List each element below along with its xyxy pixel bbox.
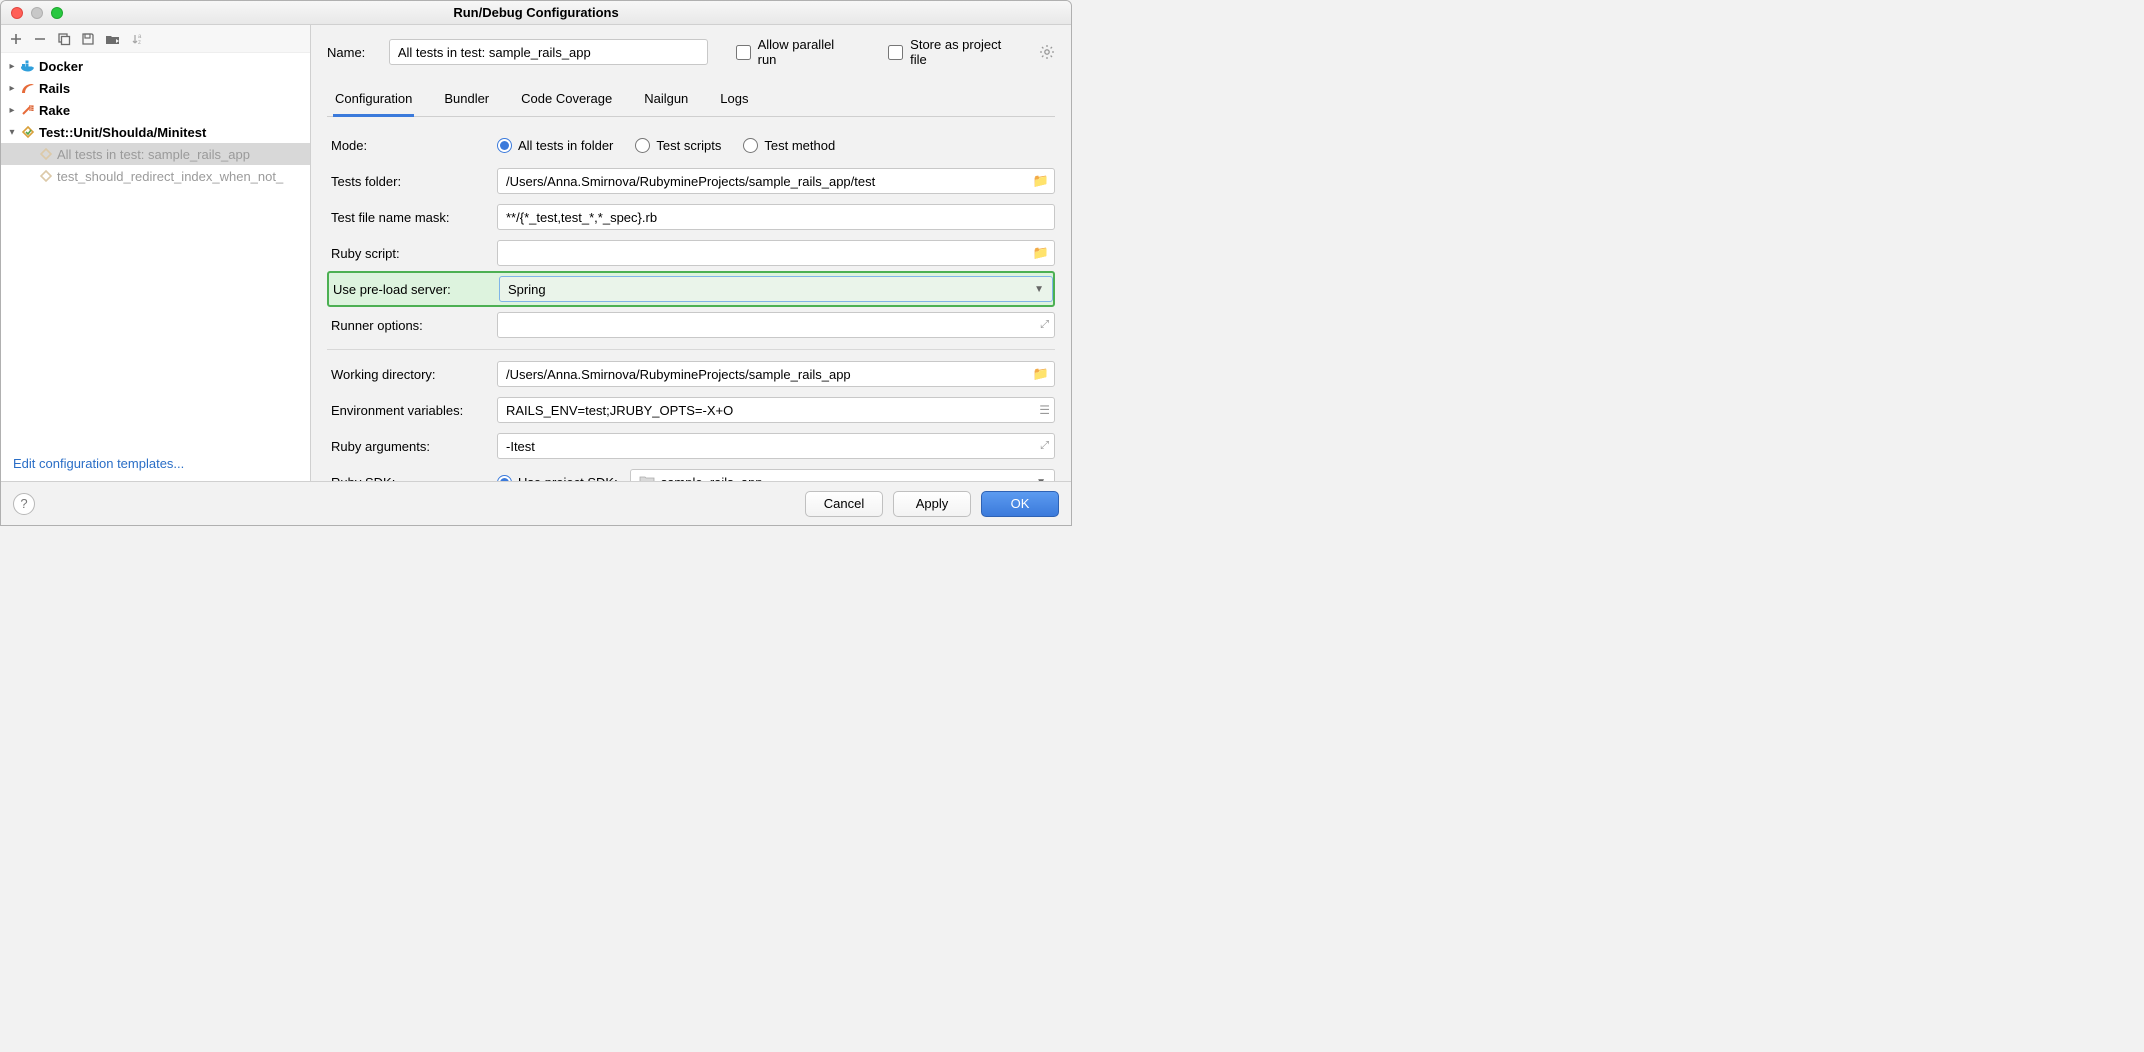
preload-label: Use pre-load server: [329,282,499,297]
tree-label: Rails [39,81,70,96]
ruby-script-label: Ruby script: [327,246,497,261]
folder-move-icon[interactable] [105,32,121,46]
folder-icon[interactable]: 📁 [1033,245,1049,261]
chevron-down-icon: ▼ [1034,284,1044,295]
tests-folder-label: Tests folder: [327,174,497,189]
tree-node-rails[interactable]: ▸ Rails [1,77,310,99]
rubyargs-label: Ruby arguments: [327,439,497,454]
divider [327,349,1055,350]
store-project-checkbox[interactable]: Store as project file [888,37,1021,67]
dialog-footer: ? Cancel Apply OK [1,481,1071,525]
tree-label: Rake [39,103,70,118]
window-minimize-button[interactable] [31,7,43,19]
wd-input[interactable] [497,361,1055,387]
preload-select[interactable]: Spring ▼ [499,276,1053,302]
chevron-right-icon: ▸ [5,83,19,94]
name-label: Name: [327,45,375,60]
mode-radio-method[interactable]: Test method [743,138,835,153]
tree-label: All tests in test: sample_rails_app [57,147,250,162]
tree-node-redirecttest[interactable]: test_should_redirect_index_when_not_ [1,165,310,187]
ruby-script-input[interactable] [497,240,1055,266]
docker-icon [19,59,37,73]
tree-node-alltests[interactable]: All tests in test: sample_rails_app [1,143,310,165]
window-close-button[interactable] [11,7,23,19]
list-icon[interactable]: ☰ [1039,403,1049,417]
expand-icon[interactable]: ⤢ [1040,319,1049,332]
config-tabs: Configuration Bundler Code Coverage Nail… [327,85,1055,117]
allow-parallel-checkbox[interactable]: Allow parallel run [736,37,857,67]
sdk-select[interactable]: sample_rails_app ▼ [630,469,1055,481]
folder-icon [639,474,655,481]
apply-button[interactable]: Apply [893,491,971,517]
tree-label: Docker [39,59,83,74]
mask-input[interactable] [497,204,1055,230]
env-input[interactable] [497,397,1055,423]
add-icon[interactable] [9,32,23,46]
window-title: Run/Debug Configurations [1,5,1071,20]
cancel-button[interactable]: Cancel [805,491,883,517]
test-icon [37,147,55,161]
mode-radio-scripts[interactable]: Test scripts [635,138,721,153]
mode-label: Mode: [327,138,497,153]
runner-input[interactable] [497,312,1055,338]
expand-icon[interactable]: ⤢ [1040,440,1049,453]
tab-bundler[interactable]: Bundler [442,85,491,117]
rubyargs-input[interactable] [497,433,1055,459]
tab-configuration[interactable]: Configuration [333,85,414,117]
tree-label: test_should_redirect_index_when_not_ [57,169,283,184]
save-icon[interactable] [81,32,95,46]
preload-value: Spring [508,282,546,297]
copy-icon[interactable] [57,32,71,46]
help-button[interactable]: ? [13,493,35,515]
config-name-input[interactable] [389,39,708,65]
runner-label: Runner options: [327,318,497,333]
config-panel: Name: Allow parallel run Store as projec… [311,25,1071,481]
edit-templates-link[interactable]: Edit configuration templates... [13,456,184,471]
checkbox-label: Allow parallel run [758,37,857,67]
ok-button[interactable]: OK [981,491,1059,517]
sort-icon[interactable]: az [131,32,145,46]
checkbox-label: Store as project file [910,37,1021,67]
env-label: Environment variables: [327,403,497,418]
folder-icon[interactable]: 📁 [1033,366,1049,382]
folder-icon[interactable]: 📁 [1033,173,1049,189]
mode-radio-folder[interactable]: All tests in folder [497,138,613,153]
svg-text:z: z [138,40,141,46]
config-tree: ▸ Docker ▸ Rails ▸ Rake ▾ Test:: [1,53,310,446]
remove-icon[interactable] [33,32,47,46]
tree-node-testunit[interactable]: ▾ Test::Unit/Shoulda/Minitest [1,121,310,143]
tests-folder-input[interactable] [497,168,1055,194]
tab-nailgun[interactable]: Nailgun [642,85,690,117]
wd-label: Working directory: [327,367,497,382]
tree-node-docker[interactable]: ▸ Docker [1,55,310,77]
gear-icon[interactable] [1039,44,1055,60]
tree-label: Test::Unit/Shoulda/Minitest [39,125,206,140]
rails-icon [19,81,37,95]
rake-icon [19,103,37,117]
titlebar: Run/Debug Configurations [1,1,1071,25]
sidebar: az ▸ Docker ▸ Rails ▸ Rake [1,25,311,481]
tab-logs[interactable]: Logs [718,85,750,117]
test-icon [19,125,37,139]
window-zoom-button[interactable] [51,7,63,19]
chevron-down-icon: ▾ [5,127,19,138]
tree-node-rake[interactable]: ▸ Rake [1,99,310,121]
chevron-right-icon: ▸ [5,105,19,116]
chevron-right-icon: ▸ [5,61,19,72]
test-icon [37,169,55,183]
mask-label: Test file name mask: [327,210,497,225]
sidebar-toolbar: az [1,25,310,53]
tab-coverage[interactable]: Code Coverage [519,85,614,117]
